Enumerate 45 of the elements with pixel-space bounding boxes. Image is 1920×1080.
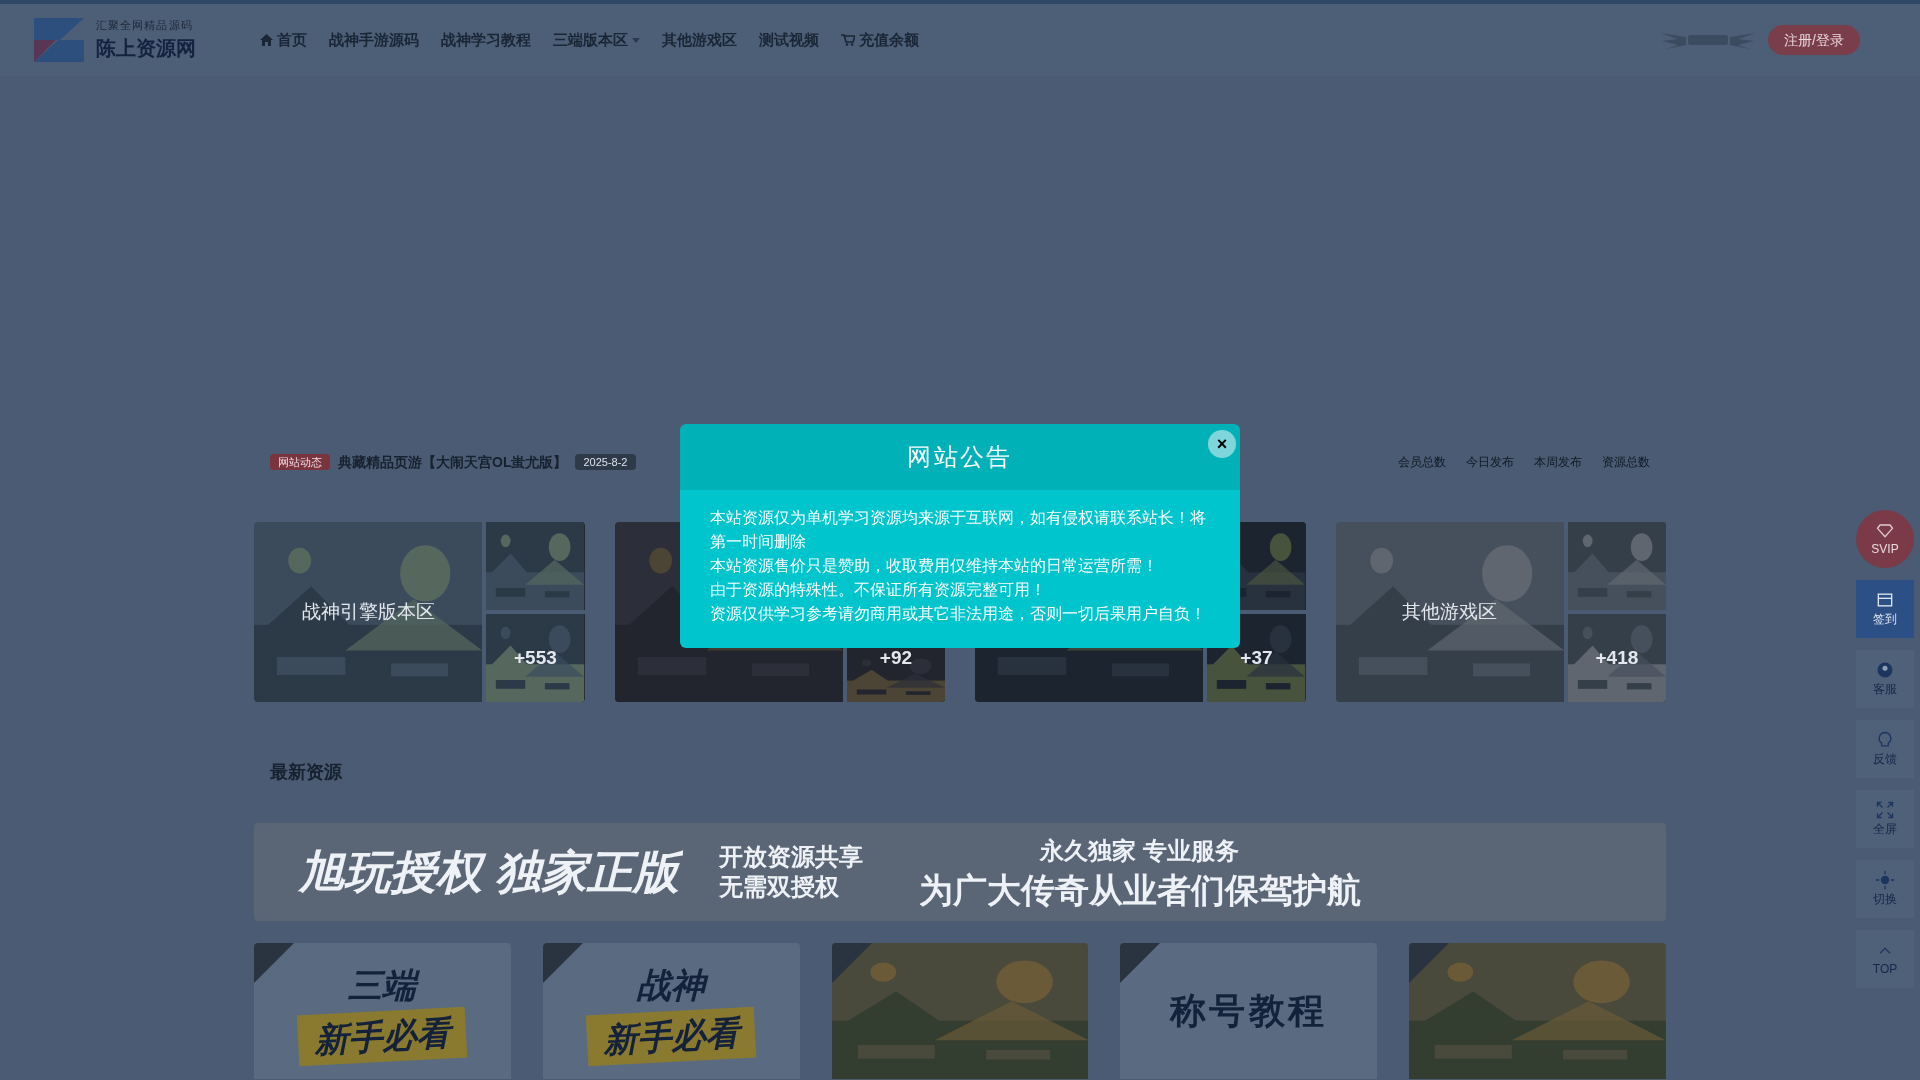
category-title[interactable]: 战神引擎版本区	[301, 597, 435, 627]
thumbnail-text: 新手必看	[297, 1006, 468, 1067]
thumbnail-text: 称号教程	[1169, 989, 1328, 1033]
nav-link[interactable]: 其他游戏区	[662, 28, 737, 52]
side-tool-button[interactable]: SVIP	[1856, 510, 1914, 568]
side-tool-button[interactable]: TOP	[1856, 930, 1914, 988]
banner-text: 为广大传奇从业者们保驾护航	[918, 869, 1361, 911]
nav-link[interactable]: 测试视频	[759, 28, 819, 52]
thumbnail-text: 新手必看	[585, 1006, 757, 1067]
login-button[interactable]: 注册/登录	[1768, 25, 1860, 55]
stat-label: 资源总数	[1602, 454, 1650, 471]
notice-text: 由于资源的特殊性。不保证所有资源完整可用！	[710, 580, 1047, 600]
side-tool-button[interactable]: 反馈	[1856, 720, 1914, 778]
nav-link[interactable]: 充值余额	[841, 28, 919, 52]
news-link[interactable]: 典藏精品页游【大闹天宫OL蚩尤版】	[338, 451, 568, 473]
post-thumbnail[interactable]: 称号教程	[1120, 943, 1378, 1079]
notice-text: 本站资源仅为单机学习资源均来源于互联网，如有侵权请联系站长！将第一时间删除	[710, 508, 1207, 552]
stat-label: 会员总数	[1398, 454, 1446, 471]
nav-link[interactable]: 战神手游源码	[329, 28, 419, 52]
banner-text: 开放资源共享	[718, 842, 863, 872]
banner-text: 永久独家 专业服务	[1040, 835, 1240, 866]
stat-label: 今日发布	[1466, 454, 1514, 471]
category-title[interactable]: 其他游戏区	[1402, 597, 1498, 627]
date-badge: 2025-8-2	[575, 453, 636, 471]
section-title: 最新资源	[269, 761, 343, 784]
logo-text: 陈上资源网	[96, 36, 196, 62]
banner-headline: 旭玩授权 独家正版	[298, 837, 687, 907]
count-label: +418	[1595, 645, 1639, 670]
banner-text: 无需双授权	[718, 872, 840, 902]
nav-link[interactable]: 首页	[260, 28, 307, 52]
ad-banner[interactable]: 旭玩授权 独家正版 开放资源共享 无需双授权 永久独家 专业服务 为广大传奇从业者们保驾护航	[254, 823, 1666, 921]
modal-title: 网站公告	[907, 442, 1013, 472]
post-thumbnail[interactable]: 战神 新手必看	[542, 943, 800, 1079]
close-button[interactable]: ×	[1208, 430, 1236, 458]
notice-text: 本站资源售价只是赞助，收取费用仅维持本站的日常运营所需！	[710, 556, 1159, 576]
nav-link[interactable]: 战神学习教程	[441, 28, 531, 52]
count-label: +92	[879, 645, 913, 670]
count-label: +37	[1240, 645, 1273, 670]
nav-link[interactable]: 三端版本区	[553, 28, 640, 52]
post-thumbnail[interactable]: 三端 新手必看	[254, 943, 511, 1079]
side-tool-button[interactable]: 签到	[1856, 580, 1914, 638]
notice-text: 资源仅供学习参考请勿商用或其它非法用途，否则一切后果用户自负！	[710, 604, 1207, 624]
news-badge: 网站动态	[270, 453, 330, 471]
stat-label: 本周发布	[1534, 454, 1582, 471]
count-label: +553	[514, 645, 557, 670]
